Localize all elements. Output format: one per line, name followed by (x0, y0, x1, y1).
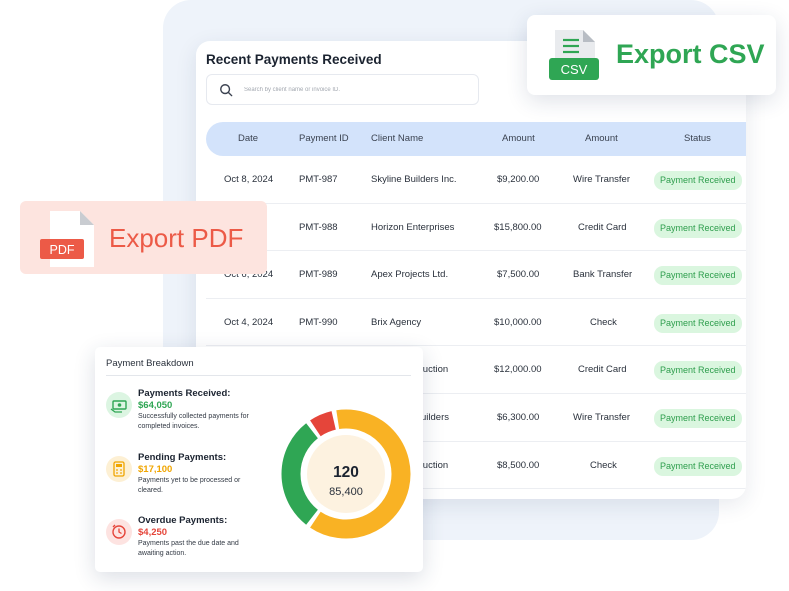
header-date[interactable]: Date (238, 122, 258, 156)
table-title: Recent Payments Received (206, 52, 382, 67)
header-client-name[interactable]: Client Name (371, 122, 423, 156)
donut-segment-overdue (310, 411, 337, 437)
table-row[interactable]: PMT-988 Horizon Enterprises $15,800.00 C… (206, 204, 746, 252)
csv-icon-text: CSV (561, 62, 588, 77)
calculator-icon (106, 456, 132, 482)
cell-client: Apex Projects Ltd. (371, 269, 449, 281)
item-amount: $17,100 (138, 464, 173, 475)
donut-count: 120 (333, 464, 359, 481)
cell-payment-id: PMT-990 (299, 316, 338, 328)
money-icon (106, 392, 132, 418)
item-amount: $4,250 (138, 527, 168, 538)
cell-amount: $9,200.00 (497, 174, 540, 185)
item-amount: $64,050 (138, 400, 173, 411)
cell-client: Skyline Builders Inc. (371, 174, 457, 185)
cell-method: Credit Card (578, 364, 627, 376)
clock-alert-icon (106, 519, 132, 545)
payment-donut-chart: 120 85,400 (281, 409, 411, 539)
header-method[interactable]: Amount (585, 122, 618, 156)
cell-date: Oct 8, 2024 (224, 174, 274, 185)
status-badge: Payment Received (654, 266, 742, 286)
item-title: Pending Payments: (138, 452, 227, 463)
breakdown-title: Payment Breakdown (106, 358, 194, 369)
cell-method: Credit Card (578, 221, 627, 233)
item-desc: Payments yet to be processed or cleared. (138, 477, 241, 494)
cell-method: Check (590, 459, 617, 471)
search-box[interactable] (206, 74, 479, 105)
status-badge: Payment Received (654, 408, 742, 428)
status-badge: Payment Received (654, 218, 742, 238)
cell-payment-id: PMT-989 (299, 269, 338, 281)
cell-payment-id: PMT-987 (299, 174, 338, 185)
payment-breakdown-card: Payment Breakdown Payments Received: $64… (95, 347, 423, 572)
status-badge: Payment Received (654, 456, 742, 476)
cell-method: Wire Transfer (573, 174, 631, 185)
export-csv-label: Export CSV (616, 39, 765, 69)
table-header: Date Payment ID Client Name Amount Amoun… (206, 122, 746, 156)
table-row[interactable]: Oct 8, 2024 PMT-987 Skyline Builders Inc… (206, 156, 746, 204)
donut-total: 85,400 (329, 486, 363, 498)
cell-amount: $6,300.00 (497, 411, 540, 423)
header-status[interactable]: Status (684, 122, 711, 156)
cell-amount: $15,800.00 (494, 221, 542, 233)
cell-client: Horizon Enterprises (371, 221, 455, 233)
status-badge: Payment Received (654, 361, 742, 381)
table-row[interactable]: Oct 6, 2024 PMT-989 Apex Projects Ltd. $… (206, 251, 746, 299)
csv-file-icon: CSV (549, 30, 599, 80)
cell-client: uilders (421, 411, 449, 423)
item-desc: Payments past the due date and awaiting … (138, 540, 239, 557)
export-csv-button[interactable]: CSV Export CSV (527, 15, 776, 95)
pdf-file-icon: PDF (40, 211, 94, 267)
item-title: Overdue Payments: (138, 515, 228, 526)
table-row[interactable]: Oct 4, 2024 PMT-990 Brix Agency $10,000.… (206, 299, 746, 347)
cell-amount: $12,000.00 (494, 364, 542, 376)
pdf-icon-text: PDF (50, 243, 75, 257)
cell-method: Check (590, 316, 617, 328)
header-payment-id[interactable]: Payment ID (299, 122, 349, 156)
cell-amount: $10,000.00 (494, 316, 542, 328)
export-pdf-label: Export PDF (109, 223, 244, 253)
cell-amount: $7,500.00 (497, 269, 540, 281)
search-input[interactable] (244, 86, 464, 93)
item-desc: Successfully collected payments for comp… (138, 413, 249, 430)
item-title: Payments Received: (138, 388, 231, 399)
cell-amount: $8,500.00 (497, 459, 540, 471)
search-icon (220, 83, 233, 96)
status-badge: Payment Received (654, 313, 742, 333)
cell-method: Bank Transfer (573, 269, 633, 281)
export-pdf-button[interactable]: PDF Export PDF (20, 201, 267, 274)
cell-payment-id: PMT-988 (299, 221, 338, 233)
header-amount[interactable]: Amount (502, 122, 535, 156)
cell-date: Oct 4, 2024 (224, 316, 274, 328)
cell-client: Brix Agency (371, 316, 422, 328)
status-badge: Payment Received (654, 171, 742, 190)
divider (106, 375, 411, 376)
cell-method: Wire Transfer (573, 411, 631, 423)
